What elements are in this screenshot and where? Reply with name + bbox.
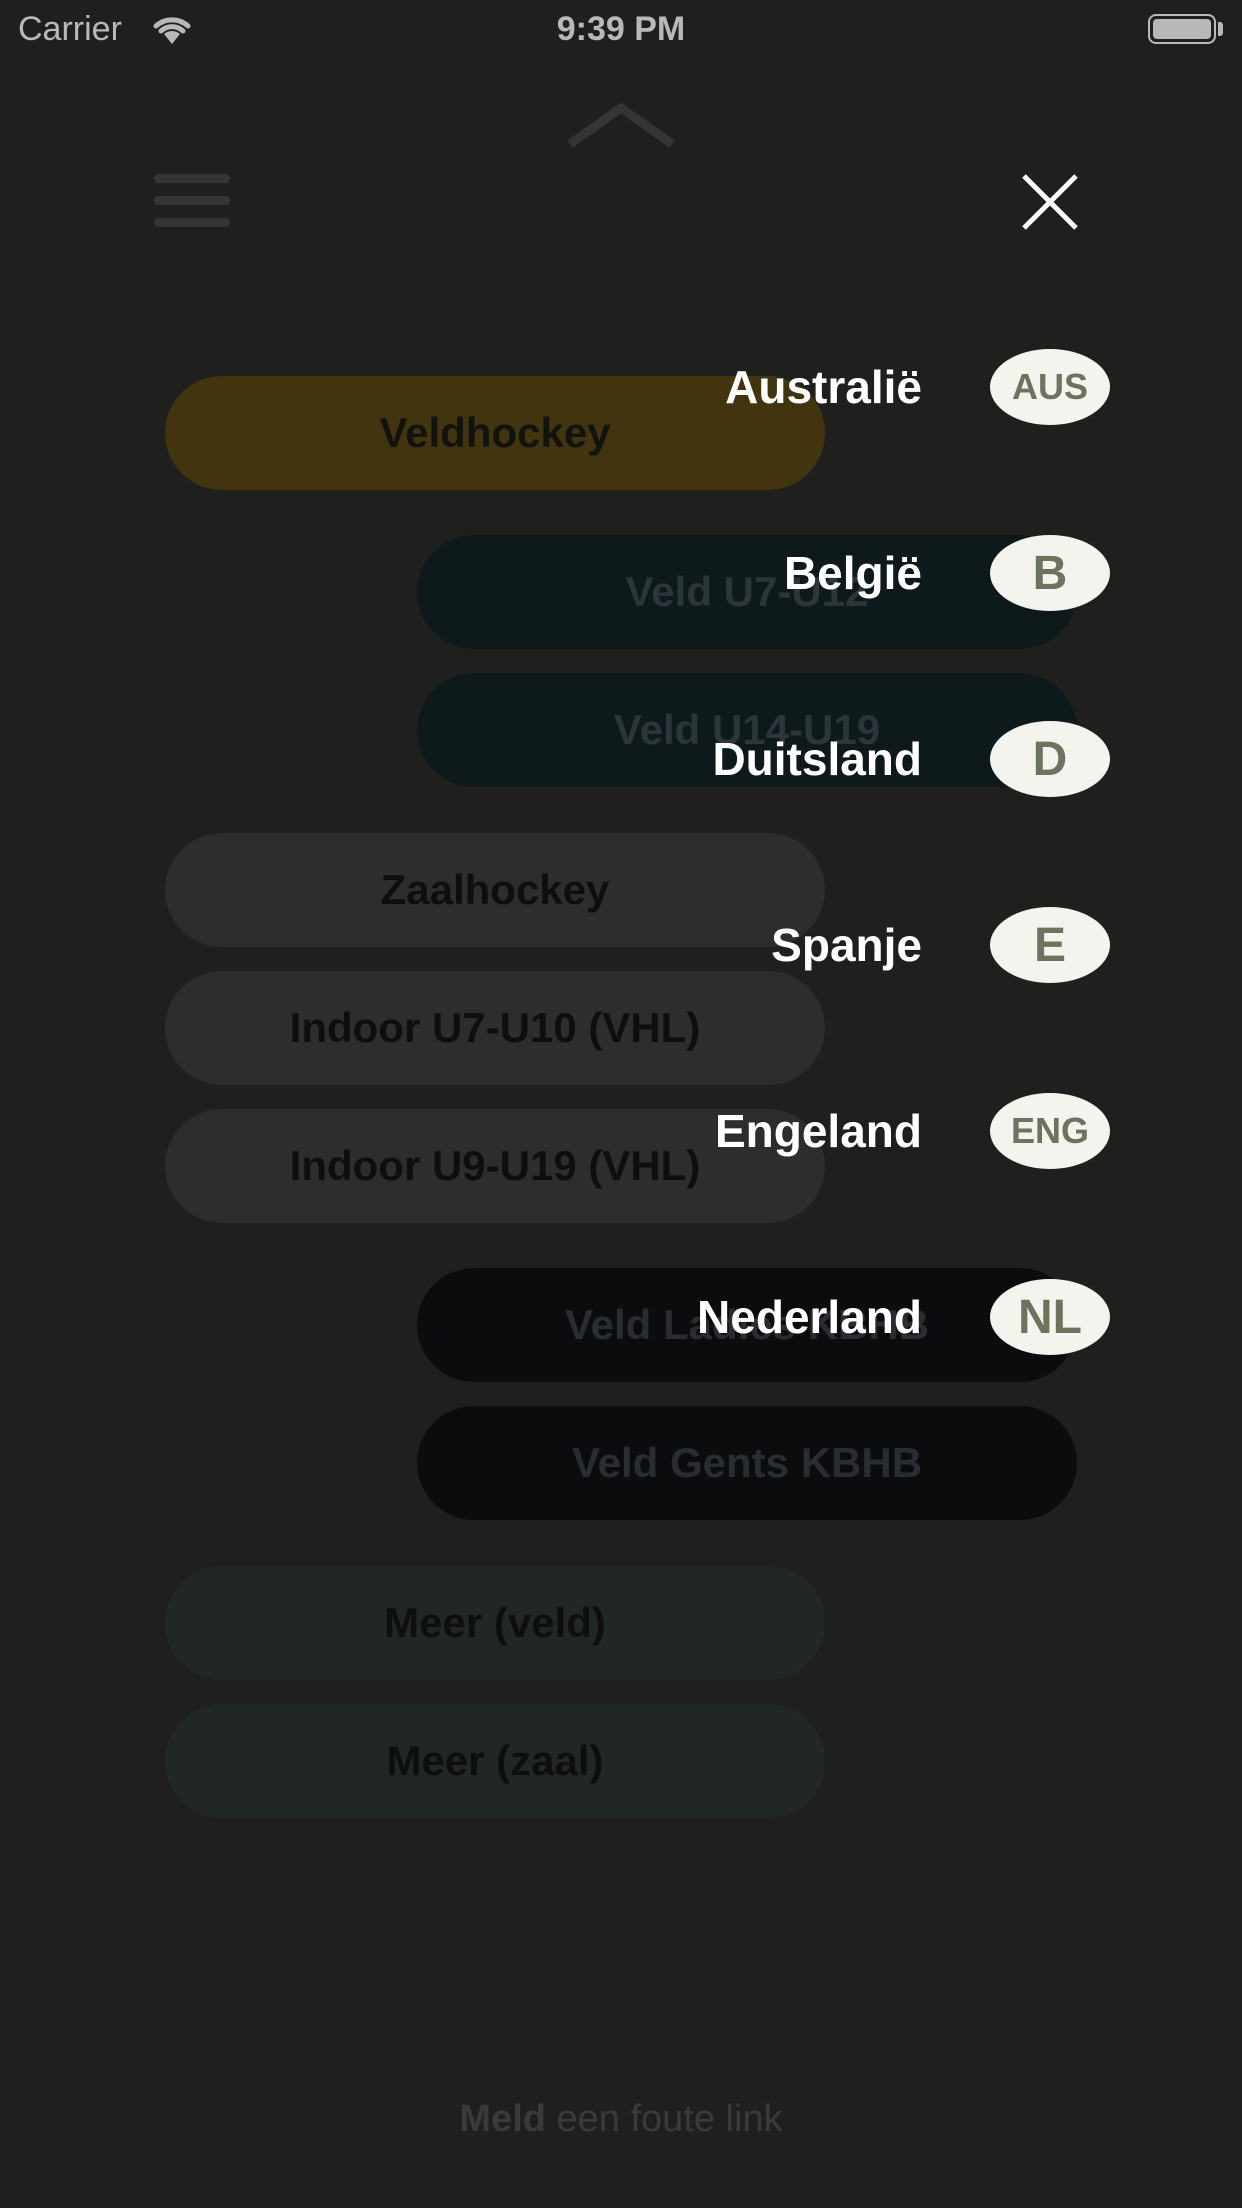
country-badge[interactable]: AUS [990,349,1110,425]
country-label[interactable]: Spanje [771,918,922,972]
country-badge[interactable]: ENG [990,1093,1110,1169]
close-icon[interactable] [1020,172,1080,232]
country-label[interactable]: Duitsland [712,732,922,786]
country-label[interactable]: België [784,546,922,600]
country-label[interactable]: Nederland [697,1290,922,1344]
country-badge[interactable]: E [990,907,1110,983]
country-label[interactable]: Australië [725,360,922,414]
country-badge[interactable]: NL [990,1279,1110,1355]
country-badge[interactable]: B [990,535,1110,611]
country-label[interactable]: Engeland [715,1104,922,1158]
country-badge[interactable]: D [990,721,1110,797]
